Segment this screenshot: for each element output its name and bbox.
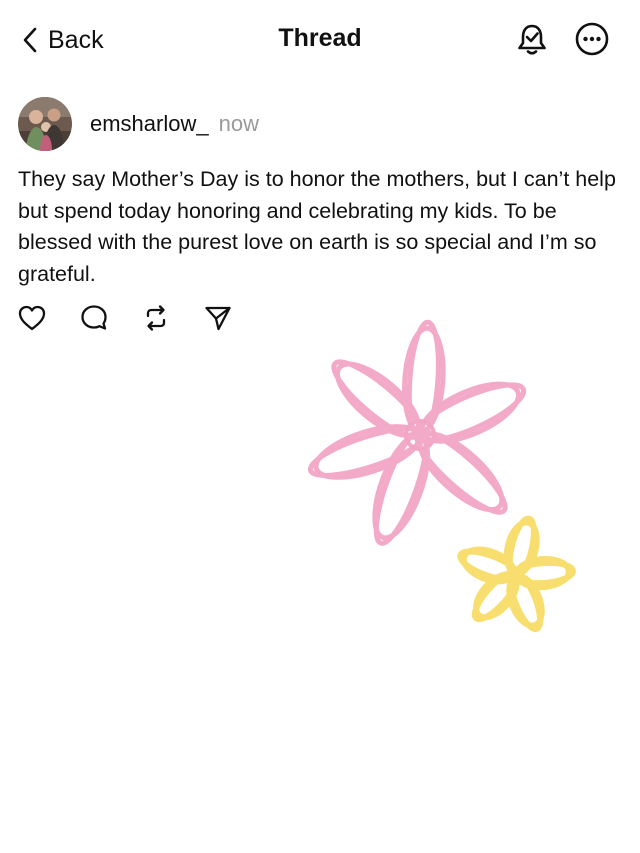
more-options-button[interactable]: [571, 20, 613, 62]
post-timestamp: now: [218, 111, 259, 136]
share-button[interactable]: [202, 304, 234, 336]
comment-button[interactable]: [78, 304, 110, 336]
comment-icon: [79, 303, 109, 338]
like-button[interactable]: [16, 304, 48, 336]
more-icon: [574, 21, 610, 62]
bell-icon: [514, 21, 550, 62]
share-icon: [203, 303, 233, 338]
flower-doodle: [270, 310, 610, 650]
repost-icon: [141, 303, 171, 338]
post-text: They say Mother’s Day is to honor the mo…: [18, 167, 616, 286]
avatar[interactable]: [18, 97, 72, 151]
post-header: emsharlow_ now: [18, 96, 259, 152]
repost-button[interactable]: [140, 304, 172, 336]
post-actions: [16, 304, 264, 336]
username[interactable]: emsharlow_: [90, 111, 209, 137]
heart-icon: [17, 303, 47, 338]
notify-button[interactable]: [511, 20, 553, 62]
top-nav-bar: Back Thread: [0, 0, 640, 82]
